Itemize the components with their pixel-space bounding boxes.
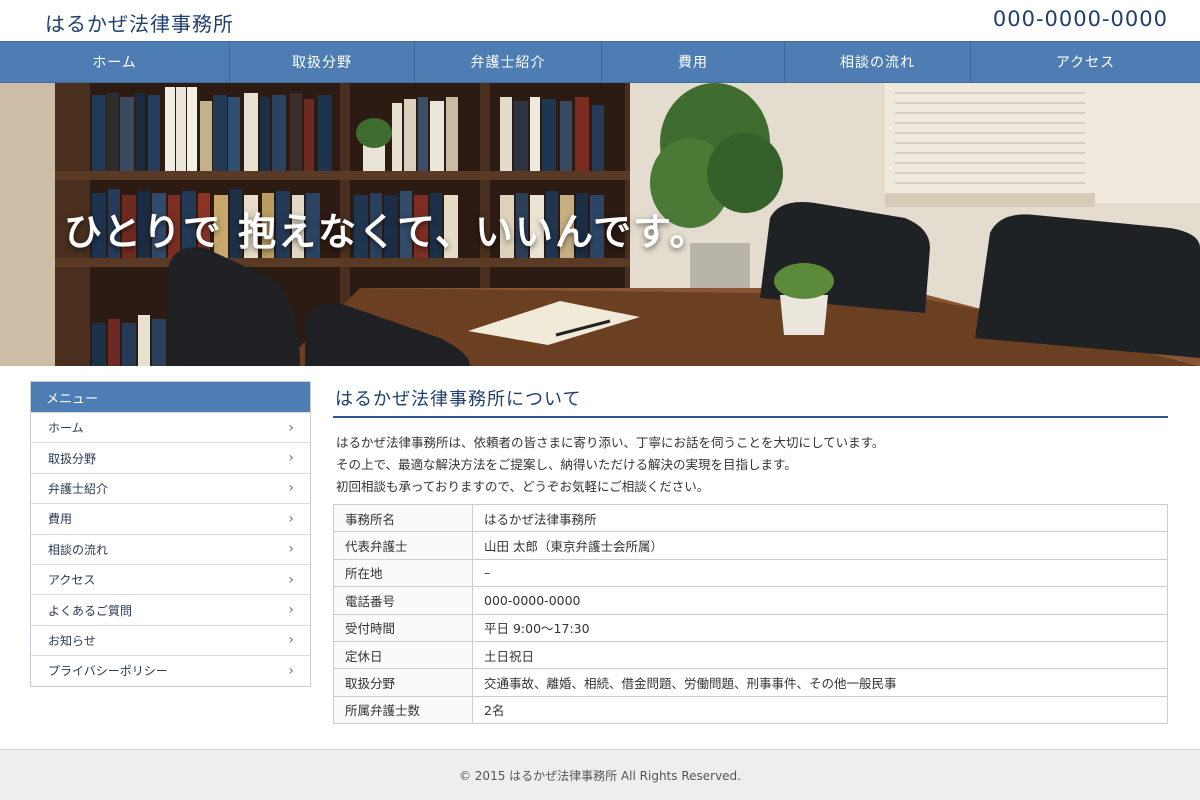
sidebar-item-news[interactable]: お知らせ › [31, 624, 310, 655]
intro-line: はるかぜ法律事務所は、依頼者の皆さまに寄り添い、丁寧にお話を伺うことを大切にして… [336, 435, 885, 450]
nav-item-lawyers[interactable]: 弁護士紹介 [415, 42, 602, 82]
chevron-right-icon: › [288, 510, 294, 527]
sidebar-item-access[interactable]: アクセス › [31, 563, 310, 594]
office-info-table: 事務所名 はるかぜ法律事務所 代表弁護士 山田 太郎（東京弁護士会所属） 所在地… [333, 503, 1168, 725]
chevron-right-icon: › [288, 602, 294, 619]
table-row: 受付時間 平日 9:00〜17:30 [333, 613, 1168, 642]
nav-item-home[interactable]: ホーム [0, 42, 230, 82]
sidebar-item-label: ホーム [48, 421, 84, 436]
row-label: 事務所名 [333, 503, 473, 533]
intro-line: その上で、最適な解決方法をご提案し、納得いただける解決の実現を目指します。 [336, 457, 797, 472]
sidebar-heading: メニュー [31, 382, 310, 412]
site-footer: © 2015 はるかぜ法律事務所 All Rights Reserved. [0, 749, 1200, 800]
table-row: 代表弁護士 山田 太郎（東京弁護士会所属） [333, 531, 1168, 560]
sidebar-item-label: プライバシーポリシー [48, 664, 168, 679]
copyright-text: © 2015 はるかぜ法律事務所 All Rights Reserved. [458, 768, 741, 783]
sidebar-item-lawyers[interactable]: 弁護士紹介 › [31, 472, 310, 503]
sidebar-item-label: 取扱分野 [48, 451, 97, 466]
sidebar-item-label: 相談の流れ [48, 542, 109, 557]
nav-item-practice-areas[interactable]: 取扱分野 [230, 42, 415, 82]
row-label: 所在地 [333, 558, 473, 588]
row-label: 受付時間 [333, 613, 473, 642]
row-value: 山田 太郎（東京弁護士会所属） [472, 531, 1168, 560]
chevron-right-icon: › [288, 419, 294, 436]
row-label: 電話番号 [333, 586, 473, 615]
chevron-right-icon: › [288, 571, 294, 588]
row-label: 取扱分野 [333, 668, 473, 697]
sidebar-item-faq[interactable]: よくあるご質問 › [31, 594, 310, 624]
table-row: 定休日 土日祝日 [333, 640, 1168, 670]
chevron-right-icon: › [288, 450, 294, 467]
sidebar-item-fees[interactable]: 費用 › [31, 503, 310, 533]
table-row: 事務所名 はるかぜ法律事務所 [333, 503, 1168, 533]
hero-image: ひとりで 抱えなくて、いいんです。 [0, 83, 1200, 366]
sidebar-item-home[interactable]: ホーム › [31, 412, 310, 442]
sidebar-item-consultation-flow[interactable]: 相談の流れ › [31, 533, 310, 564]
intro-text: はるかぜ法律事務所は、依頼者の皆さまに寄り添い、丁寧にお話を伺うことを大切にして… [333, 432, 1168, 498]
sidebar-item-privacy-policy[interactable]: プライバシーポリシー › [31, 655, 310, 685]
chevron-right-icon: › [288, 480, 294, 497]
row-label: 代表弁護士 [333, 531, 473, 560]
chevron-right-icon: › [288, 541, 294, 558]
chevron-right-icon: › [288, 662, 294, 679]
row-value: 交通事故、離婚、相続、借金問題、労働問題、刑事事件、その他一般民事 [472, 668, 1168, 697]
site-header: はるかぜ法律事務所 000-0000-0000 [0, 0, 1200, 41]
sidebar-item-label: よくあるご質問 [48, 603, 133, 618]
hero-catchphrase: ひとりで 抱えなくて、いいんです。 [64, 210, 710, 254]
table-row: 所属弁護士数 2名 [333, 695, 1168, 725]
page-title: はるかぜ法律事務所について [333, 381, 1168, 418]
row-value: 平日 9:00〜17:30 [472, 613, 1168, 642]
sidebar-item-label: アクセス [48, 573, 96, 588]
row-value: はるかぜ法律事務所 [472, 503, 1168, 533]
table-row: 電話番号 000-0000-0000 [333, 586, 1168, 615]
row-label: 定休日 [333, 640, 473, 670]
row-value: 2名 [472, 695, 1168, 725]
row-value: – [472, 558, 1168, 588]
table-row: 所在地 – [333, 558, 1168, 588]
sidebar-item-label: お知らせ [48, 633, 96, 648]
sidebar-menu: メニュー ホーム › 取扱分野 › 弁護士紹介 › 費用 › 相談の流れ › ア… [30, 381, 311, 687]
global-nav: ホーム 取扱分野 弁護士紹介 費用 相談の流れ アクセス [0, 41, 1200, 83]
table-row: 取扱分野 交通事故、離婚、相続、借金問題、労働問題、刑事事件、その他一般民事 [333, 668, 1168, 697]
nav-item-consultation-flow[interactable]: 相談の流れ [785, 42, 971, 82]
row-label: 所属弁護士数 [333, 695, 473, 725]
row-value: 土日祝日 [472, 640, 1168, 670]
sidebar-item-label: 費用 [48, 512, 73, 527]
nav-item-fees[interactable]: 費用 [602, 42, 785, 82]
nav-item-access[interactable]: アクセス [971, 42, 1200, 82]
site-title[interactable]: はるかぜ法律事務所 [45, 8, 234, 37]
row-value: 000-0000-0000 [472, 586, 1168, 615]
sidebar-item-practice-areas[interactable]: 取扱分野 › [31, 442, 310, 472]
main-content: はるかぜ法律事務所について はるかぜ法律事務所は、依頼者の皆さまに寄り添い、丁寧… [333, 381, 1168, 725]
chevron-right-icon: › [288, 632, 294, 649]
intro-line: 初回相談も承っておりますので、どうぞお気軽にご相談ください。 [336, 479, 710, 494]
phone-number[interactable]: 000-0000-0000 [993, 7, 1168, 31]
sidebar-item-label: 弁護士紹介 [48, 481, 109, 496]
